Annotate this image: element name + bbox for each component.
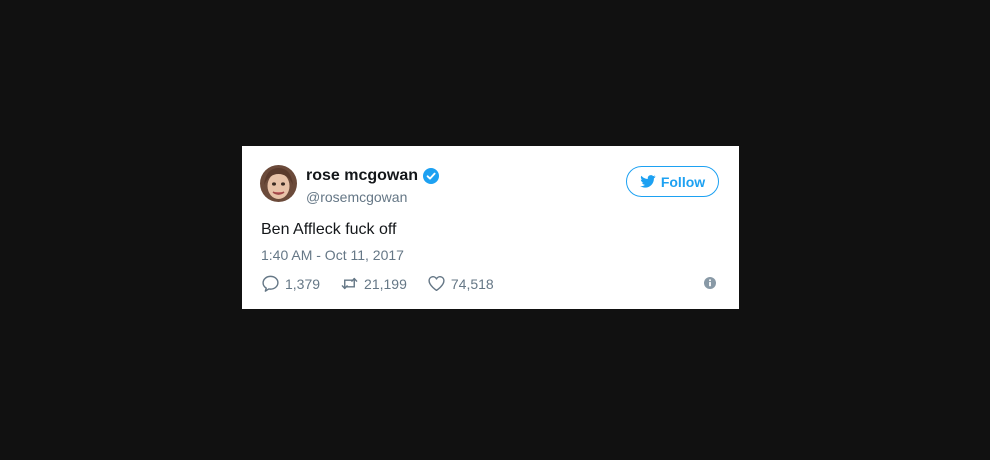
twitter-bird-icon: [640, 175, 656, 188]
reply-icon: [262, 275, 279, 292]
tweet-card: rose mcgowan @rosemcgowan Follow Ben Aff…: [242, 146, 739, 309]
display-name[interactable]: rose mcgowan: [306, 167, 418, 185]
like-button[interactable]: 74,518: [427, 274, 494, 293]
retweet-count: 21,199: [364, 275, 407, 292]
verified-badge-icon: [423, 168, 439, 184]
retweet-icon: [341, 277, 358, 290]
tweet-timestamp[interactable]: 1:40 AM - Oct 11, 2017: [261, 247, 404, 263]
retweet-button[interactable]: 21,199: [340, 274, 407, 293]
tweet-actions: 1,379 21,199 74,518: [261, 274, 494, 293]
user-handle[interactable]: @rosemcgowan: [306, 189, 407, 205]
follow-label: Follow: [660, 173, 706, 190]
heart-icon: [428, 276, 445, 292]
like-count: 74,518: [450, 275, 494, 292]
follow-button[interactable]: Follow: [626, 166, 719, 197]
reply-count: 1,379: [285, 275, 321, 292]
reply-button[interactable]: 1,379: [261, 274, 320, 293]
tweet-text: Ben Affleck fuck off: [261, 221, 397, 238]
avatar[interactable]: [260, 165, 297, 202]
info-icon[interactable]: [704, 277, 716, 289]
